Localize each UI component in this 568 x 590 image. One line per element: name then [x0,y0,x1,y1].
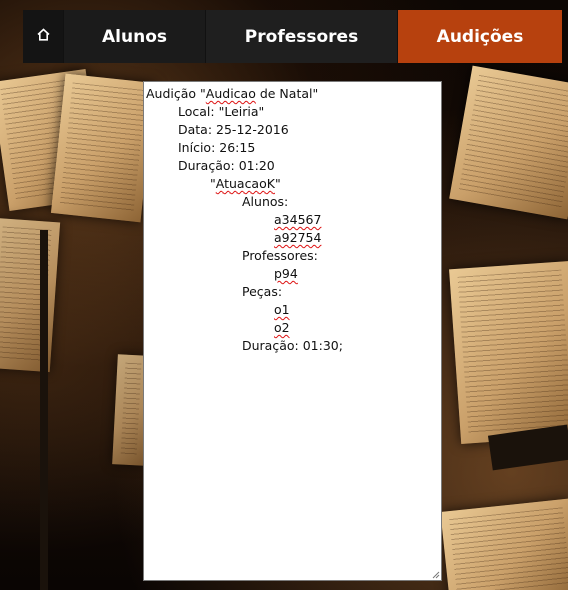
line-peca: o1 [274,302,290,317]
line-audicao: Audição "Audicao de Natal" [146,86,319,101]
nav-audicoes[interactable]: Audições [398,10,562,63]
spell-error: Audicao [205,86,256,101]
line-aluno: a92754 [274,230,322,245]
spell-error: AtuacaoK [215,176,275,191]
line-data: Data: 25-12-2016 [178,122,289,137]
line-inicio: Início: 26:15 [178,140,256,155]
sheet-music [440,498,568,590]
audicao-textarea[interactable]: Audição "Audicao de Natal" Local: "Leiria… [143,81,442,581]
home-icon [36,28,50,45]
nav-alunos[interactable]: Alunos [64,10,206,63]
sheet-music [449,261,568,444]
nav-professores[interactable]: Professores [206,10,398,63]
nav-home-button[interactable] [23,10,64,63]
line-professores-label: Professores: [242,248,318,263]
resize-handle-icon[interactable] [431,570,440,579]
line-atuacao: "AtuacaoK" [210,176,281,191]
music-stand [40,230,48,590]
main-nav: Alunos Professores Audições [23,10,562,63]
line-atuacao-duracao: Duração: 01:30; [242,338,343,353]
line-pecas-label: Peças: [242,284,283,299]
line-local: Local: "Leiria" [178,104,265,119]
sheet-music [50,73,156,223]
line-alunos-label: Alunos: [242,194,289,209]
line-peca: o2 [274,320,290,335]
line-professor: p94 [274,266,298,281]
line-aluno: a34567 [274,212,322,227]
line-duracao: Duração: 01:20 [178,158,275,173]
sheet-music [0,217,61,373]
sheet-music [449,65,568,220]
